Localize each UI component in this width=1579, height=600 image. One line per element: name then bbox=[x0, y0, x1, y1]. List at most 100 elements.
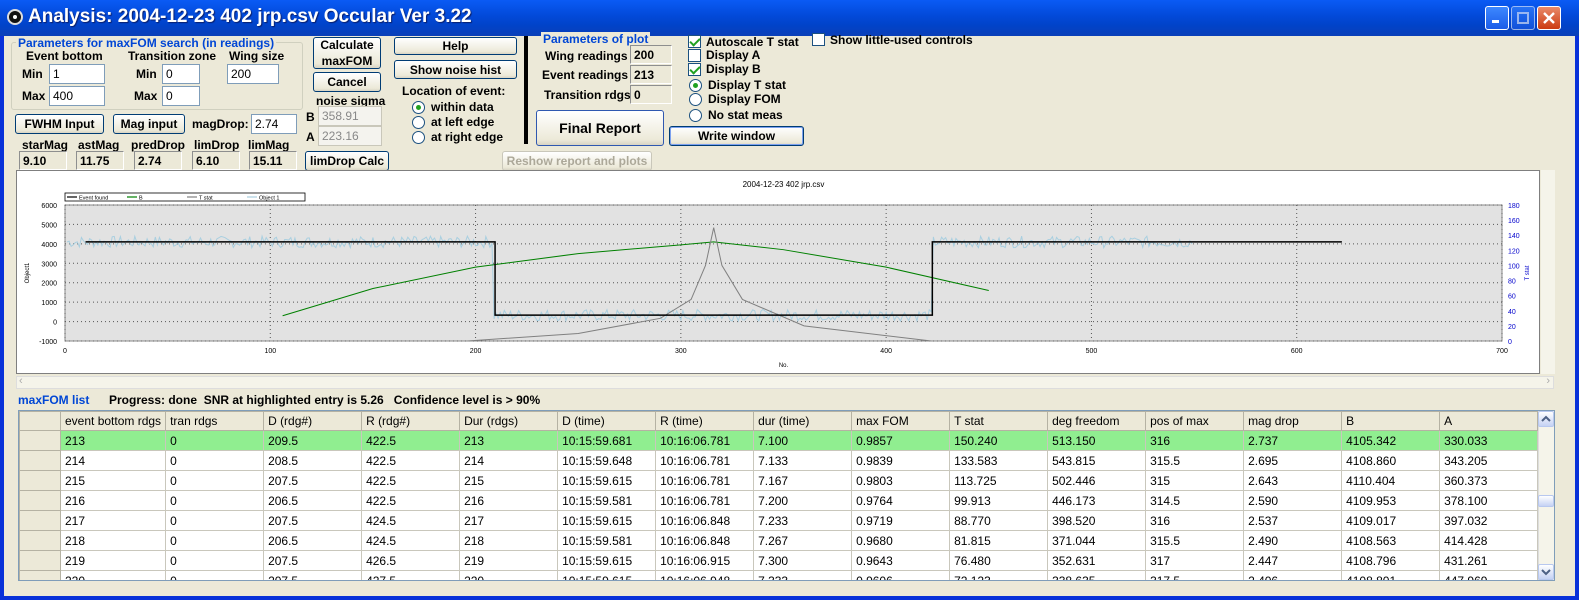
table-row[interactable]: 219 0 207.5 426.5 219 10:15:59.615 10:16:06.91… bbox=[19, 550, 1539, 571]
column-header[interactable]: tran rdgs bbox=[165, 411, 265, 431]
app-icon[interactable] bbox=[7, 9, 23, 25]
table-cell: 422.5 bbox=[361, 490, 461, 511]
close-icon bbox=[1543, 12, 1555, 24]
scroll-right-icon[interactable]: › bbox=[1546, 375, 1550, 387]
table-cell: 99.913 bbox=[949, 490, 1049, 511]
help-button[interactable]: Help bbox=[394, 37, 517, 55]
table-row[interactable]: 216 0 206.5 422.5 216 10:15:59.581 10:16:06.78… bbox=[19, 490, 1539, 511]
display-a-checkbox[interactable] bbox=[688, 49, 701, 62]
cancel-button[interactable]: Cancel bbox=[313, 72, 381, 92]
display-fom-radio[interactable] bbox=[689, 93, 702, 106]
row-header[interactable] bbox=[19, 430, 61, 451]
table-row[interactable]: 220 0 207.5 427.5 220 10:15:59.615 10:16:06.94… bbox=[19, 570, 1539, 580]
show-little-used-checkbox[interactable] bbox=[812, 33, 825, 46]
table-cell: 216 bbox=[59, 490, 167, 511]
location-left-radio[interactable] bbox=[412, 116, 425, 129]
table-cell: 0 bbox=[165, 530, 265, 551]
calculate-maxfom-button[interactable]: Calculate maxFOM bbox=[313, 37, 381, 69]
table-cell: 0 bbox=[165, 550, 265, 571]
scroll-thumb[interactable] bbox=[1538, 495, 1554, 507]
table-cell: 398.520 bbox=[1047, 510, 1147, 531]
column-header[interactable]: R (rdg#) bbox=[361, 411, 461, 431]
table-row[interactable]: 213 0 209.5 422.5 213 10:15:59.681 10:16:06.78… bbox=[19, 430, 1539, 451]
table-vertical-scrollbar[interactable] bbox=[1538, 411, 1554, 580]
transition-min-input[interactable]: 0 bbox=[162, 64, 200, 84]
location-right-radio[interactable] bbox=[412, 131, 425, 144]
column-header[interactable]: B bbox=[1341, 411, 1441, 431]
row-header[interactable] bbox=[19, 510, 61, 531]
table-row[interactable]: 217 0 207.5 424.5 217 10:15:59.615 10:16:06.84… bbox=[19, 510, 1539, 531]
scroll-up-button[interactable] bbox=[1538, 411, 1554, 427]
table-cell: 10:16:06.948 bbox=[655, 570, 755, 580]
limdrop-calc-button[interactable]: limDrop Calc bbox=[305, 151, 389, 171]
limmag-value: 15.11 bbox=[249, 151, 297, 170]
event-bottom-max-input[interactable]: 400 bbox=[49, 86, 105, 106]
show-noise-hist-button[interactable]: Show noise hist bbox=[394, 60, 517, 79]
column-header[interactable]: deg freedom bbox=[1047, 411, 1147, 431]
table-row[interactable]: 215 0 207.5 422.5 215 10:15:59.615 10:16:06.78… bbox=[19, 470, 1539, 491]
row-header[interactable] bbox=[19, 470, 61, 491]
autoscale-label: Autoscale T stat bbox=[706, 35, 799, 49]
row-header[interactable] bbox=[19, 550, 61, 571]
display-tstat-radio[interactable] bbox=[689, 79, 702, 92]
table-cell: 206.5 bbox=[263, 530, 363, 551]
maxfom-table[interactable]: event bottom rdgs tran rdgs D (rdg#) R (rdg… bbox=[18, 410, 1555, 581]
wing-size-label: Wing size bbox=[229, 49, 285, 63]
plot-area[interactable]: 0 100 200 300 400 500 600 700 -1000 0 1000 2000 3000… bbox=[16, 170, 1540, 374]
table-cell: 422.5 bbox=[361, 470, 461, 491]
final-report-button[interactable]: Final Report bbox=[536, 110, 664, 146]
column-header[interactable]: D (rdg#) bbox=[263, 411, 363, 431]
limdrop-label: limDrop bbox=[194, 138, 240, 152]
close-button[interactable] bbox=[1537, 6, 1561, 30]
fwhm-input-button[interactable]: FWHM Input bbox=[15, 114, 104, 134]
table-cell: 216 bbox=[459, 490, 559, 511]
x-tick-label: 100 bbox=[264, 348, 276, 355]
column-header[interactable]: A bbox=[1439, 411, 1539, 431]
table-cell: 316 bbox=[1145, 510, 1245, 531]
column-header[interactable]: R (time) bbox=[655, 411, 755, 431]
column-header[interactable]: event bottom rdgs bbox=[59, 411, 167, 431]
plot-background bbox=[64, 204, 1503, 342]
scroll-down-button[interactable] bbox=[1538, 564, 1554, 580]
no-stat-radio[interactable] bbox=[689, 109, 702, 122]
no-stat-label: No stat meas bbox=[708, 108, 783, 122]
table-cell: 315.5 bbox=[1145, 530, 1245, 551]
eb-max-label: Max bbox=[22, 89, 46, 103]
transition-max-input[interactable]: 0 bbox=[162, 86, 200, 106]
row-header[interactable] bbox=[19, 450, 61, 471]
table-row[interactable]: 218 0 206.5 424.5 218 10:15:59.581 10:16:06.84… bbox=[19, 530, 1539, 551]
table-cell: 316 bbox=[1145, 430, 1245, 451]
column-header[interactable]: dur (time) bbox=[753, 411, 853, 431]
table-cell: 208.5 bbox=[263, 450, 363, 471]
event-bottom-min-input[interactable]: 1 bbox=[49, 64, 105, 84]
row-header[interactable] bbox=[19, 570, 61, 580]
column-header[interactable]: max FOM bbox=[851, 411, 951, 431]
table-row[interactable]: 214 0 208.5 422.5 214 10:15:59.648 10:16:06.78… bbox=[19, 450, 1539, 471]
tz-min-label: Min bbox=[136, 67, 157, 81]
column-header[interactable]: mag drop bbox=[1243, 411, 1343, 431]
mag-input-button[interactable]: Mag input bbox=[113, 114, 185, 134]
location-within-radio[interactable] bbox=[412, 101, 425, 114]
location-left-label: at left edge bbox=[431, 115, 495, 129]
display-b-checkbox[interactable] bbox=[688, 63, 701, 76]
chart-horizontal-scrollbar[interactable]: ‹ › bbox=[16, 375, 1554, 389]
write-window-button[interactable]: Write window bbox=[669, 126, 804, 146]
title-bar[interactable]: Analysis: 2004-12-23 402 jrp.csv Occular… bbox=[0, 0, 1579, 36]
column-header[interactable]: pos of max bbox=[1145, 411, 1245, 431]
column-header[interactable]: Dur (rdgs) bbox=[459, 411, 559, 431]
column-header[interactable]: D (time) bbox=[557, 411, 657, 431]
row-header[interactable] bbox=[19, 490, 61, 511]
show-little-used-label: Show little-used controls bbox=[830, 33, 973, 47]
magdrop-input[interactable]: 2.74 bbox=[251, 114, 297, 134]
wing-size-input[interactable]: 200 bbox=[227, 64, 279, 84]
minimize-button[interactable] bbox=[1485, 6, 1509, 30]
y2-tick-label: 100 bbox=[1508, 263, 1520, 270]
table-cell: 10:15:59.615 bbox=[557, 510, 657, 531]
row-header[interactable] bbox=[19, 530, 61, 551]
autoscale-checkbox[interactable] bbox=[688, 35, 701, 48]
column-header[interactable]: T stat bbox=[949, 411, 1049, 431]
scroll-left-icon[interactable]: ‹ bbox=[19, 375, 23, 387]
chart-vertical-scrollbar[interactable] bbox=[1541, 170, 1555, 374]
x-tick-label: 500 bbox=[1086, 348, 1098, 355]
table-cell: 150.240 bbox=[949, 430, 1049, 451]
